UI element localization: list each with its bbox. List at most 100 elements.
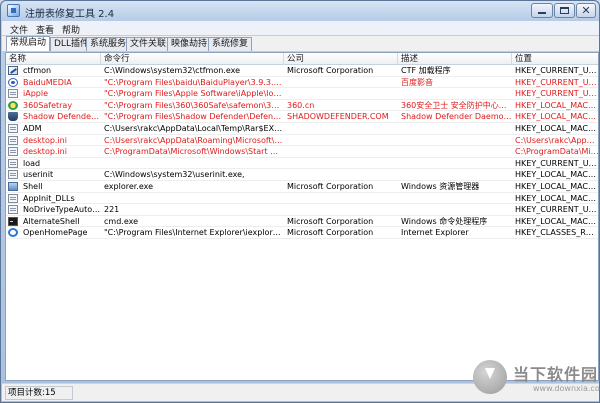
close-button[interactable]: ✕ [576, 3, 596, 18]
cell-company [284, 146, 398, 157]
cell-command: C:\Windows\system32\userinit.exe, [104, 170, 245, 180]
cell-name: ADM [23, 124, 42, 133]
cell-company [284, 88, 398, 99]
cell-location: HKEY_CLASSES_ROOT\CLS [515, 228, 599, 238]
table-row[interactable]: ctfmon C:\Windows\system32\ctfmon.exe Micr… [6, 65, 599, 77]
cell-desc [398, 158, 512, 169]
cell-desc: Windows 命令处理程序 [401, 216, 488, 226]
cell-location: HKEY_LOCAL_MACHINE\So [515, 100, 598, 110]
cell-company [284, 158, 398, 169]
cell-name: AlternateShell [23, 216, 80, 226]
download-logo-icon [473, 360, 507, 394]
cell-desc: Shadow Defender Daemon A... [401, 112, 512, 122]
column-header-location[interactable]: 位置 [512, 53, 598, 65]
cell-command: C:\ProgramData\Microsoft\Windows\Start M… [104, 147, 284, 157]
cell-command: "C:\Program Files\Apple Software\iApple\… [104, 89, 284, 99]
tab-file-association[interactable]: 文件关联 [126, 37, 171, 51]
table-row[interactable]: iApple "C:\Program Files\Apple Software\i… [6, 88, 598, 100]
table-row[interactable]: OpenHomePage "C:\Program Files\Internet E… [6, 227, 599, 239]
cell-company [284, 193, 398, 204]
cell-location: HKEY_LOCAL_MACHINE\So [515, 193, 598, 203]
menu-bar: 文件 查看 帮助 [2, 21, 599, 36]
cell-name: OpenHomePage [23, 228, 88, 238]
cell-desc: CTF 加载程序 [401, 66, 451, 75]
table-row[interactable]: load HKEY_CURRENT_USER\Sof [6, 158, 599, 170]
table-row[interactable]: Shadow Defender D..."C:\Program Files\Sh… [6, 111, 598, 123]
cell-desc [398, 193, 512, 204]
tab-system-repair[interactable]: 系统修复 [208, 37, 253, 51]
column-header-command[interactable]: 命令行 [101, 53, 284, 65]
tab-system-services[interactable]: 系统服务 [86, 37, 131, 51]
minimize-icon [538, 12, 546, 14]
cell-name: AppInit_DLLs [23, 193, 75, 203]
close-icon: ✕ [581, 4, 591, 17]
watermark: 当下软件园 www.downxia.com [473, 357, 600, 401]
main-window: 注册表修复工具 2.4 ✕ 文件 查看 帮助 常规启动 DLL插件 系统服务 文… [0, 0, 600, 403]
cell-location: C:\Users\rakc\AppData\R [515, 135, 598, 145]
cell-command: 221 [104, 205, 120, 215]
column-header-name[interactable]: 名称 [6, 53, 101, 65]
menu-view[interactable]: 查看 [36, 23, 54, 36]
table-row[interactable]: desktop.ini C:\ProgramData\Microsoft\Wind… [6, 146, 599, 158]
minimize-button[interactable] [531, 3, 553, 18]
cell-desc: Windows 资源管理器 [401, 182, 480, 191]
cell-name: desktop.ini [23, 135, 67, 145]
cell-command: explorer.exe [104, 182, 154, 191]
list-header: 名称 命令行 公司 描述 位置 [6, 53, 598, 65]
cell-location: HKEY_LOCAL_MACHINE\So [515, 182, 598, 191]
cell-company [284, 169, 398, 180]
cell-command: "C:\Program Files\Shadow Defender\Defend… [104, 112, 284, 122]
title-bar[interactable]: 注册表修复工具 2.4 ✕ [1, 1, 599, 21]
window-title: 注册表修复工具 2.4 [25, 9, 115, 20]
table-row[interactable]: BaiduMEDIA "C:\Program Files\baidu\BaiduP… [6, 77, 598, 89]
cell-name: load [23, 158, 41, 168]
table-row[interactable]: AppInit_DLLs HKEY_LOCAL_MACHINE\So [6, 193, 598, 205]
cell-command: cmd.exe [104, 216, 139, 226]
table-row[interactable]: NoDriveTypeAutoRun221 HKEY_CURRENT_USER\S… [6, 204, 599, 216]
menu-help[interactable]: 帮助 [62, 23, 80, 36]
cell-company [284, 123, 398, 134]
cell-command [101, 158, 284, 169]
cell-name: userinit [23, 170, 54, 180]
cell-location: HKEY_CURRENT_USER\Sof [515, 158, 599, 168]
cell-name: BaiduMEDIA [23, 77, 72, 87]
maximize-button[interactable] [554, 3, 575, 18]
tab-image-hijack[interactable]: 映像劫持 [167, 37, 212, 51]
cell-command [101, 193, 284, 204]
table-row[interactable]: ADM C:\Users\rakc\AppData\Local\Temp\Rar$… [6, 123, 598, 135]
cell-name: Shadow Defender D... [23, 112, 101, 122]
cell-desc: 360安全卫士 安全防护中心... [401, 100, 507, 110]
cell-desc [398, 88, 512, 99]
item-count: 项目计数:15 [5, 386, 73, 400]
cell-desc [398, 169, 512, 180]
column-header-description[interactable]: 描述 [398, 53, 512, 65]
cell-location: HKEY_LOCAL_MACHINE\So [515, 124, 598, 133]
cell-desc: 百度影音 [401, 77, 433, 87]
menu-file[interactable]: 文件 [10, 23, 28, 36]
cell-company [284, 135, 398, 146]
tab-strip: 常规启动 DLL插件 系统服务 文件关联 映像劫持 系统修复 [2, 36, 599, 51]
cell-company [284, 204, 398, 215]
table-row[interactable]: Shell explorer.exe Microsoft Corporation Wi… [6, 181, 598, 193]
cell-location: HKEY_CURRENT_USER\Sof [515, 66, 599, 75]
cell-command: "C:\Program Files\360\360Safe\safemon\36… [104, 100, 284, 110]
table-row[interactable]: 360Safetray "C:\Program Files\360\360Safe… [6, 100, 598, 112]
cell-command: C:\Users\rakc\AppData\Roaming\Microsoft\… [104, 135, 284, 145]
watermark-text: 当下软件园 [513, 365, 599, 384]
tab-startup[interactable]: 常规启动 [6, 36, 51, 51]
startup-list[interactable]: 名称 命令行 公司 描述 位置 ctfmon C:\Windows\system3… [5, 52, 599, 381]
cell-company: Microsoft Corporation [287, 66, 374, 75]
cell-name: ctfmon [23, 66, 52, 75]
table-row[interactable]: userinit C:\Windows\system32\userinit.exe… [6, 169, 598, 181]
watermark-url: www.downxia.com [533, 384, 600, 393]
cell-command: "C:\Program Files\Internet Explorer\iexp… [104, 228, 284, 238]
cell-company: Microsoft Corporation [287, 182, 374, 191]
cell-company: Microsoft Corporation [287, 228, 374, 238]
table-row[interactable]: AlternateShell cmd.exe Microsoft Corporati… [6, 216, 598, 228]
cell-location: C:\ProgramData\Microsoft [515, 147, 599, 157]
column-header-company[interactable]: 公司 [284, 53, 398, 65]
cell-company: SHADOWDEFENDER.COM [287, 112, 389, 122]
table-row[interactable]: desktop.ini C:\Users\rakc\AppData\Roaming… [6, 135, 598, 147]
cell-desc [398, 123, 512, 134]
cell-location: HKEY_CURRENT_USER\Sof [515, 205, 599, 215]
